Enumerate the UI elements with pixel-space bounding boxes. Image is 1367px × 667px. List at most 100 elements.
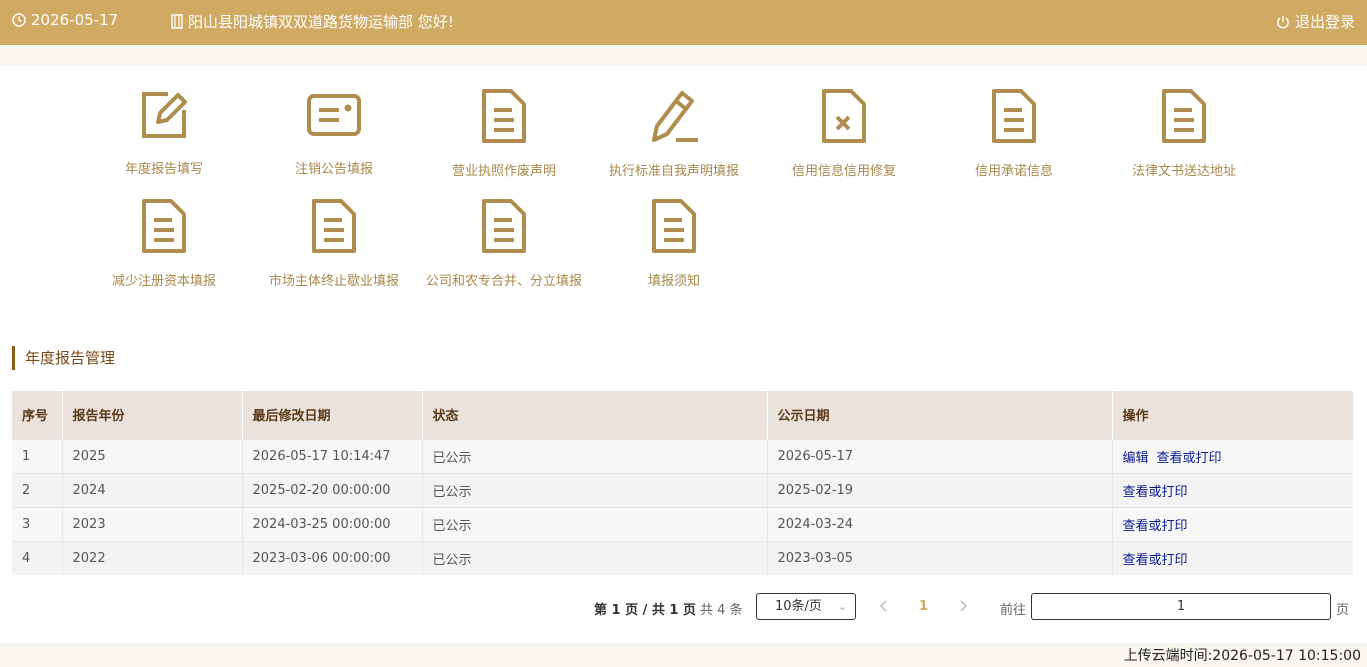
column-header: 状态: [422, 391, 768, 439]
tile-standard-declaration[interactable]: 执行标准自我声明填报: [589, 88, 759, 179]
cell-modified: 2025-02-20 00:00:00: [242, 472, 423, 507]
table-row: 1 2025 2026-05-17 10:14:47 已公示 2026-05-1…: [12, 438, 1353, 473]
date-display: 2026-05-17: [12, 11, 118, 29]
cell-status: 已公示: [422, 540, 768, 575]
column-header: 最后修改日期: [242, 391, 423, 439]
page-suffix: 页: [1336, 603, 1350, 618]
id-card-icon: [249, 88, 419, 146]
cell-no: 2: [12, 472, 63, 507]
tile-label: 信用承诺信息: [974, 164, 1053, 179]
logout-button[interactable]: 退出登录: [1276, 11, 1355, 32]
next-page-button[interactable]: [957, 598, 969, 618]
document-icon: [589, 198, 759, 258]
chevron-right-icon: [960, 600, 968, 612]
cell-pub-date: 2025-02-19: [767, 472, 1113, 507]
column-header: 报告年份: [62, 391, 243, 439]
cell-actions: 编辑 查看或打印: [1112, 438, 1353, 473]
cell-status: 已公示: [422, 472, 768, 507]
goto-page-input[interactable]: [1031, 593, 1331, 620]
tile-label: 执行标准自我声明填报: [608, 164, 739, 179]
logout-label: 退出登录: [1294, 13, 1355, 31]
column-header: 操作: [1112, 391, 1353, 439]
edit-link[interactable]: 编辑: [1123, 451, 1149, 466]
tile-credit-repair[interactable]: 信用信息信用修复: [759, 88, 929, 179]
annual-report-table: 序号 报告年份 最后修改日期 状态 公示日期 操作 1 2025 2026-05…: [12, 391, 1353, 575]
view-print-link[interactable]: 查看或打印: [1123, 553, 1188, 568]
cell-status: 已公示: [422, 438, 768, 473]
view-print-link[interactable]: 查看或打印: [1123, 485, 1188, 500]
document-x-icon: [759, 88, 929, 148]
pencil-icon: [589, 88, 759, 148]
tile-label: 信用信息信用修复: [791, 164, 896, 179]
document-icon: [419, 198, 589, 258]
cell-year: 2022: [62, 540, 243, 575]
upload-time: 上传云端时间:2026-05-17 10:15:00: [1123, 648, 1361, 664]
cell-no: 1: [12, 438, 63, 473]
document-icon: [1099, 88, 1269, 148]
date-text: 2026-05-17: [31, 11, 119, 29]
page-number-current[interactable]: 1: [919, 599, 928, 614]
cell-actions: 查看或打印: [1112, 540, 1353, 575]
column-header: 公示日期: [767, 391, 1113, 439]
cell-no: 3: [12, 506, 63, 541]
section-title: 年度报告管理: [12, 346, 115, 370]
cell-year: 2025: [62, 438, 243, 473]
tile-label: 年度报告填写: [124, 162, 203, 177]
greeting-text: 阳山县阳城镇双双道路货物运输部 您好!: [188, 13, 454, 31]
page-size-value: 10条/页: [775, 599, 822, 614]
tile-label: 市场主体终止歇业填报: [268, 274, 399, 289]
chevron-left-icon: [879, 600, 887, 612]
cell-modified: 2026-05-17 10:14:47: [242, 438, 423, 473]
clock-icon: [12, 13, 26, 27]
tile-label: 填报须知: [647, 274, 700, 289]
column-header: 序号: [12, 391, 63, 439]
tile-license-void[interactable]: 营业执照作废声明: [419, 88, 589, 179]
top-bar: 2026-05-17 阳山县阳城镇双双道路货物运输部 您好! 退出登录: [0, 0, 1367, 45]
tile-capital-reduction[interactable]: 减少注册资本填报: [79, 198, 249, 289]
cell-pub-date: 2024-03-24: [767, 506, 1113, 541]
document-icon: [79, 198, 249, 258]
cell-status: 已公示: [422, 506, 768, 541]
tile-label: 注销公告填报: [294, 162, 373, 177]
tile-instructions[interactable]: 填报须知: [589, 198, 759, 289]
cell-actions: 查看或打印: [1112, 472, 1353, 507]
document-icon: [929, 88, 1099, 148]
cell-modified: 2023-03-06 00:00:00: [242, 540, 423, 575]
table-row: 4 2022 2023-03-06 00:00:00 已公示 2023-03-0…: [12, 540, 1353, 575]
cell-pub-date: 2023-03-05: [767, 540, 1113, 575]
cell-no: 4: [12, 540, 63, 575]
prev-page-button[interactable]: [878, 598, 890, 618]
view-print-link[interactable]: 查看或打印: [1157, 451, 1222, 466]
edit-icon: [79, 88, 249, 146]
document-icon: [419, 88, 589, 148]
tile-business-termination[interactable]: 市场主体终止歇业填报: [249, 198, 419, 289]
page-info: 第 1 页 / 共 1 页: [594, 603, 696, 618]
power-icon: [1276, 15, 1290, 29]
cell-pub-date: 2026-05-17: [767, 438, 1113, 473]
table-header-row: 序号 报告年份 最后修改日期 状态 公示日期 操作: [12, 391, 1353, 439]
tile-label: 法律文书送达地址: [1131, 164, 1236, 179]
table-row: 3 2023 2024-03-25 00:00:00 已公示 2024-03-2…: [12, 506, 1353, 541]
greeting: 阳山县阳城镇双双道路货物运输部 您好!: [170, 11, 454, 32]
page-size-select[interactable]: 10条/页 ⌄: [756, 593, 856, 620]
view-print-link[interactable]: 查看或打印: [1123, 519, 1188, 534]
cell-modified: 2024-03-25 00:00:00: [242, 506, 423, 541]
cell-actions: 查看或打印: [1112, 506, 1353, 541]
chevron-down-icon: ⌄: [837, 600, 847, 613]
cell-year: 2023: [62, 506, 243, 541]
table-row: 2 2024 2025-02-20 00:00:00 已公示 2025-02-1…: [12, 472, 1353, 507]
cell-year: 2024: [62, 472, 243, 507]
tile-label: 减少注册资本填报: [111, 274, 216, 289]
building-icon: [170, 14, 184, 29]
tile-annual-report[interactable]: 年度报告填写: [79, 88, 249, 177]
pagination: 第 1 页 / 共 1 页 共 4 条 10条/页 ⌄ 1 前往 页: [0, 593, 1367, 621]
tile-label: 公司和农专合并、分立填报: [425, 274, 582, 289]
tile-credit-promise[interactable]: 信用承诺信息: [929, 88, 1099, 179]
tile-label: 营业执照作废声明: [451, 164, 556, 179]
goto-label: 前往: [1000, 603, 1027, 618]
tile-deregistration[interactable]: 注销公告填报: [249, 88, 419, 177]
tile-merger-split[interactable]: 公司和农专合并、分立填报: [419, 198, 589, 289]
document-icon: [249, 198, 419, 258]
total-count: 共 4 条: [700, 603, 743, 618]
tile-legal-address[interactable]: 法律文书送达地址: [1099, 88, 1269, 179]
